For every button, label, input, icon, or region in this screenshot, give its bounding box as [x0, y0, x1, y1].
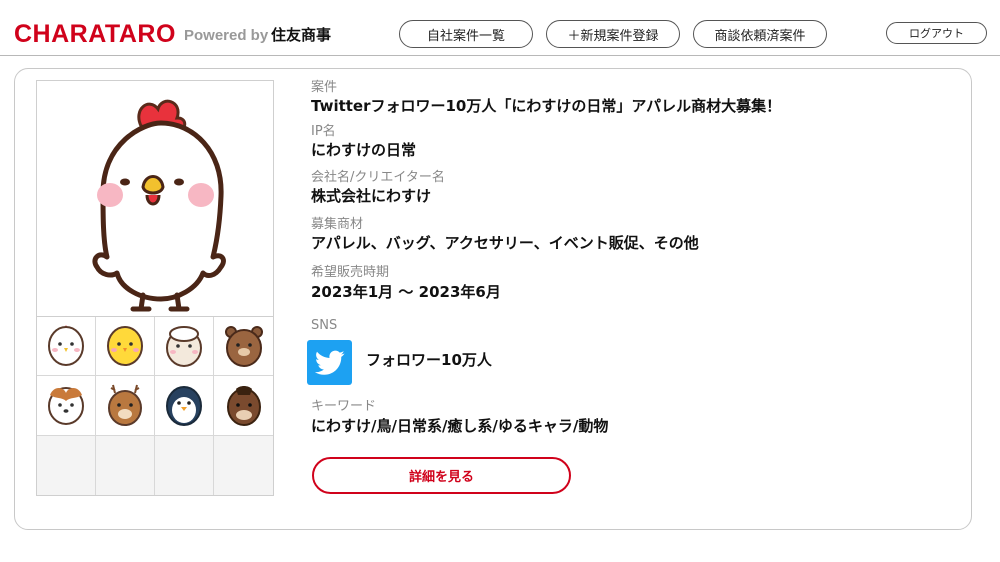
sns-label: SNS — [311, 318, 338, 333]
thumbnail-empty-slot — [214, 435, 273, 495]
view-details-button[interactable]: 詳細を見る — [312, 457, 571, 494]
sales-period-value: 2023年1月 ～ 2023年6月 — [311, 283, 501, 301]
app-header: CHARATARO Powered by 住友商事 自社案件一覧 ＋新規案件登録… — [0, 0, 1000, 56]
dog-icon — [48, 387, 84, 426]
ip-label: IP名 — [311, 124, 336, 139]
thumbnail-dog[interactable] — [37, 376, 96, 436]
thumbnail-sheep[interactable] — [155, 317, 214, 377]
company-label: 会社名/クリエイター名 — [311, 170, 445, 185]
image-gallery — [36, 80, 274, 496]
bear-icon — [224, 326, 263, 368]
thumbnail-empty-slot — [37, 435, 96, 495]
company-value: 株式会社にわすけ — [311, 187, 432, 205]
thumbnail-white-chick[interactable] — [37, 317, 96, 377]
sheep-icon — [166, 326, 202, 368]
thumbnail-bear[interactable] — [214, 317, 273, 377]
ip-value: にわすけの日常 — [311, 141, 417, 159]
twitter-icon[interactable] — [307, 340, 352, 385]
penguin-icon — [166, 386, 202, 427]
thumbnail-penguin[interactable] — [155, 376, 214, 436]
thumbnail-empty-slot — [155, 435, 214, 495]
own-projects-button[interactable]: 自社案件一覧 — [399, 20, 533, 48]
horse-icon — [226, 386, 261, 427]
products-value: アパレル、バッグ、アクセサリー、イベント販促、その他 — [311, 234, 699, 252]
deer-icon — [108, 385, 142, 427]
keywords-value: にわすけ/鳥/日常系/癒し系/ゆるキャラ/動物 — [311, 417, 609, 435]
new-project-button[interactable]: ＋新規案件登録 — [546, 20, 680, 48]
thumbnail-empty-slot — [96, 435, 155, 495]
logout-button[interactable]: ログアウト — [886, 22, 987, 44]
follower-count: フォロワー10万人 — [366, 351, 492, 369]
company-name: 住友商事 — [271, 26, 332, 44]
keywords-label: キーワード — [311, 399, 377, 414]
products-label: 募集商材 — [311, 217, 364, 232]
thumbnail-yellow-chick[interactable] — [96, 317, 155, 377]
project-title: Twitterフォロワー10万人「にわすけの日常」アパレル商材大募集！ — [311, 97, 782, 115]
main-character-image[interactable] — [37, 81, 273, 317]
white-chick-icon — [48, 325, 84, 367]
thumbnail-horse[interactable] — [214, 376, 273, 436]
charataro-logo[interactable]: CHARATARO — [14, 20, 176, 48]
sales-period-label: 希望販売時期 — [311, 265, 390, 280]
requested-projects-button[interactable]: 商談依頼済案件 — [693, 20, 827, 48]
thumbnail-deer[interactable] — [96, 376, 155, 436]
thumbnail-grid — [37, 317, 273, 495]
yellow-chick-icon — [107, 326, 143, 367]
powered-by-text: Powered by — [184, 27, 269, 44]
project-label: 案件 — [311, 80, 338, 95]
